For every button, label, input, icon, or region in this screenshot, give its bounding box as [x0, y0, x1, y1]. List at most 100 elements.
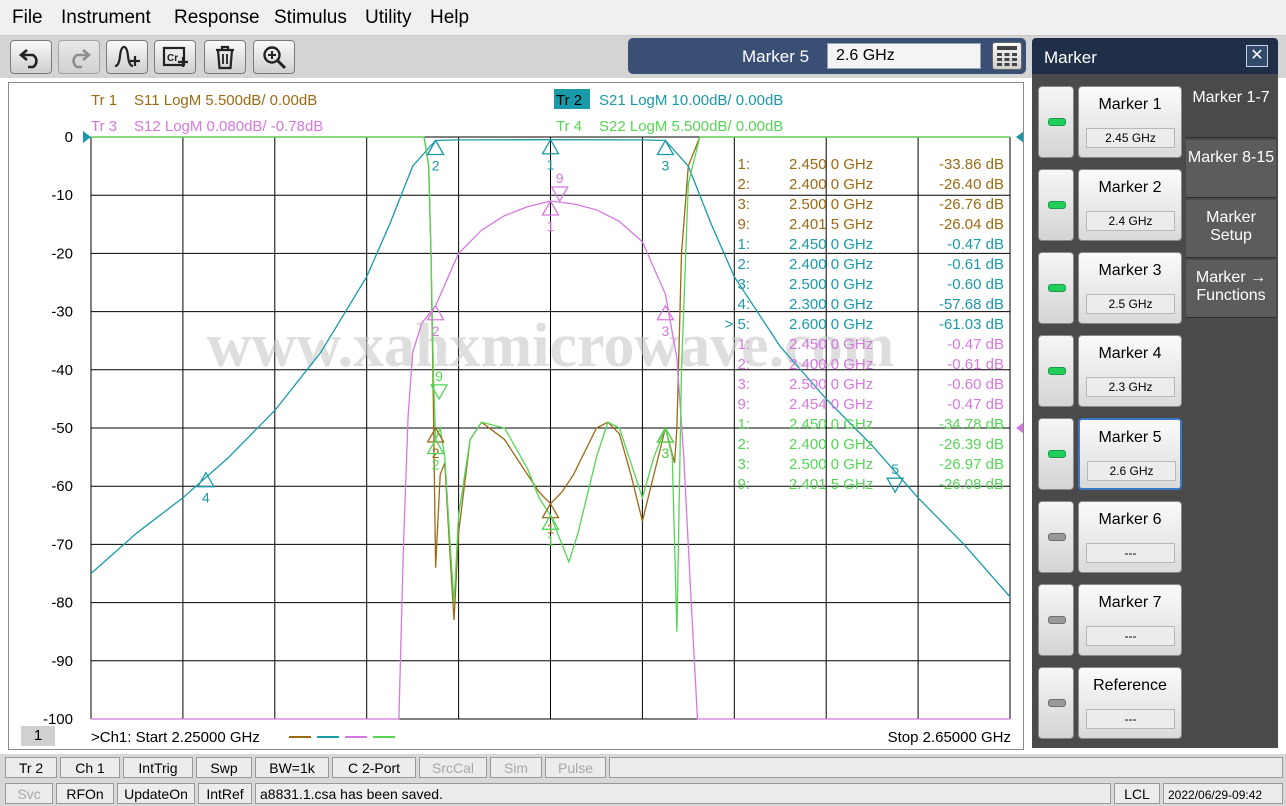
y-tick-label: -30 [51, 304, 73, 321]
channel-number[interactable]: 1 [21, 726, 55, 746]
tab-marker-functions[interactable]: Marker → Functions [1186, 260, 1276, 318]
marker-readout-frequency: 2.454 0 GHz [789, 396, 873, 413]
menu-help[interactable]: Help [430, 7, 469, 29]
marker-readout-value: -0.61 dB [947, 256, 1004, 273]
led-icon [1048, 284, 1066, 292]
status-sweep[interactable]: Swp [196, 757, 252, 778]
status-lcl[interactable]: LCL [1114, 783, 1160, 804]
marker-readout-frequency: 2.400 0 GHz [789, 176, 873, 193]
status-calibration[interactable]: C 2-Port [332, 757, 416, 778]
marker-readout-frequency: 2.600 0 GHz [789, 316, 873, 333]
entry-value-field[interactable]: 2.6 GHz [827, 43, 981, 69]
reference-toggle[interactable] [1038, 667, 1074, 739]
status-trigger[interactable]: IntTrig [123, 757, 193, 778]
menu-file[interactable]: File [12, 7, 43, 29]
close-button[interactable]: ✕ [1246, 45, 1268, 67]
close-icon: ✕ [1250, 47, 1264, 64]
status-pulse[interactable]: Pulse [545, 757, 606, 778]
status-trace[interactable]: Tr 2 [5, 757, 57, 778]
zoom-in-button[interactable] [253, 40, 295, 74]
softkey-value: 2.3 GHz [1086, 377, 1175, 397]
marker-7-button[interactable]: Marker 7 --- [1078, 584, 1182, 656]
marker-6-toggle[interactable] [1038, 501, 1074, 573]
marker-5-button[interactable]: Marker 5 2.6 GHz [1078, 418, 1182, 490]
marker-1-button[interactable]: Marker 1 2.45 GHz [1078, 86, 1182, 158]
softkey-row-marker-5: Marker 5 2.6 GHz [1032, 412, 1186, 490]
reference-arrow-s12 [1016, 422, 1023, 434]
softkey-row-marker-6: Marker 6 --- [1032, 495, 1186, 573]
marker-6-button[interactable]: Marker 6 --- [1078, 501, 1182, 573]
led-icon [1048, 201, 1066, 209]
menu-instrument[interactable]: Instrument [61, 7, 151, 29]
marker-1-toggle[interactable] [1038, 86, 1074, 158]
stop-frequency-label[interactable]: Stop 2.65000 GHz [888, 729, 1011, 746]
add-marker-button[interactable] [106, 40, 148, 74]
redo-button[interactable] [58, 40, 100, 74]
marker-panel-header: Marker ✕ [1032, 38, 1278, 72]
marker-readout-frequency: 2.450 0 GHz [789, 336, 873, 353]
status-channel[interactable]: Ch 1 [60, 757, 120, 778]
marker-label: 9 [435, 368, 443, 384]
menu-response[interactable]: Response [174, 7, 260, 29]
marker-4-toggle[interactable] [1038, 335, 1074, 407]
marker-4-button[interactable]: Marker 4 2.3 GHz [1078, 335, 1182, 407]
marker-label: 4 [202, 490, 210, 506]
marker-readout-id: 2: [737, 256, 750, 273]
status-int-ref[interactable]: IntRef [198, 783, 252, 804]
tab-marker-8-15[interactable]: Marker 8-15 [1186, 140, 1276, 198]
marker-readout-value: -61.03 dB [939, 316, 1004, 333]
marker-3-toggle[interactable] [1038, 252, 1074, 324]
y-tick-label: -70 [51, 536, 73, 553]
softkey-label: Marker 5 [1098, 429, 1162, 446]
undo-button[interactable] [10, 40, 52, 74]
entry-bar: Marker 5 2.6 GHz [628, 38, 1026, 74]
marker-readout-id: 1: [737, 156, 750, 173]
status-svc[interactable]: Svc [5, 783, 53, 804]
y-tick-label: -40 [51, 362, 73, 379]
y-tick-label: -50 [51, 420, 73, 437]
delete-button[interactable] [204, 40, 246, 74]
tab-marker-setup[interactable]: Marker Setup [1186, 200, 1276, 258]
marker-9-s12[interactable] [550, 186, 569, 203]
status-sim[interactable]: Sim [490, 757, 542, 778]
softkey-value: 2.4 GHz [1086, 211, 1175, 231]
start-frequency-label[interactable]: >Ch1: Start 2.25000 GHz [91, 729, 260, 746]
status-rf-on[interactable]: RFOn [56, 783, 114, 804]
marker-7-toggle[interactable] [1038, 584, 1074, 656]
marker-5-toggle[interactable] [1038, 418, 1074, 490]
marker-readout-id: 1: [737, 236, 750, 253]
marker-4-s21[interactable] [196, 471, 215, 488]
led-icon [1048, 367, 1066, 375]
marker-2-toggle[interactable] [1038, 169, 1074, 241]
reference-marker-button[interactable]: Reference --- [1078, 667, 1182, 739]
marker-readout-id: 9: [737, 476, 750, 493]
softkey-row-marker-4: Marker 4 2.3 GHz [1032, 329, 1186, 407]
softkey-row-marker-2: Marker 2 2.4 GHz [1032, 163, 1186, 241]
menu-utility[interactable]: Utility [365, 7, 411, 29]
marker-5-s21[interactable] [886, 477, 905, 494]
marker-2-button[interactable]: Marker 2 2.4 GHz [1078, 169, 1182, 241]
status-bandwidth[interactable]: BW=1k [255, 757, 329, 778]
copy-data-button[interactable]: Cr [154, 40, 196, 74]
softkey-value: --- [1086, 626, 1175, 646]
chart-svg[interactable]: 0-10-20-30-40-50-60-70-80-90-100www.xahx… [9, 83, 1023, 749]
tab-marker-1-7[interactable]: Marker 1-7 [1186, 80, 1276, 138]
trace-name-label: Tr 4 [556, 118, 582, 135]
marker-readout-value: -0.47 dB [947, 336, 1004, 353]
softkey-value: 2.5 GHz [1086, 294, 1175, 314]
status-srccal[interactable]: SrcCal [419, 757, 487, 778]
marker-label: 1 [547, 157, 555, 173]
marker-readout-frequency: 2.300 0 GHz [789, 296, 873, 313]
reference-arrow-right [1016, 131, 1023, 143]
softkey-value: --- [1086, 543, 1175, 563]
trace-format-label: S12 LogM 0.080dB/ -0.78dB [134, 118, 323, 135]
status-update-on[interactable]: UpdateOn [117, 783, 195, 804]
marker-3-button[interactable]: Marker 3 2.5 GHz [1078, 252, 1182, 324]
chart-area[interactable]: 0 -10 -20 -30 -40 -50 -60 -70 -80 -90 -100 www.xahx… [8, 82, 1024, 750]
softkey-label: Marker 2 [1098, 179, 1162, 196]
menu-stimulus[interactable]: Stimulus [274, 7, 347, 29]
marker-readout-value: -34.78 dB [939, 416, 1004, 433]
softkey-label: Marker 4 [1098, 345, 1162, 362]
y-tick-label: -60 [51, 478, 73, 495]
keypad-button[interactable] [992, 42, 1022, 70]
